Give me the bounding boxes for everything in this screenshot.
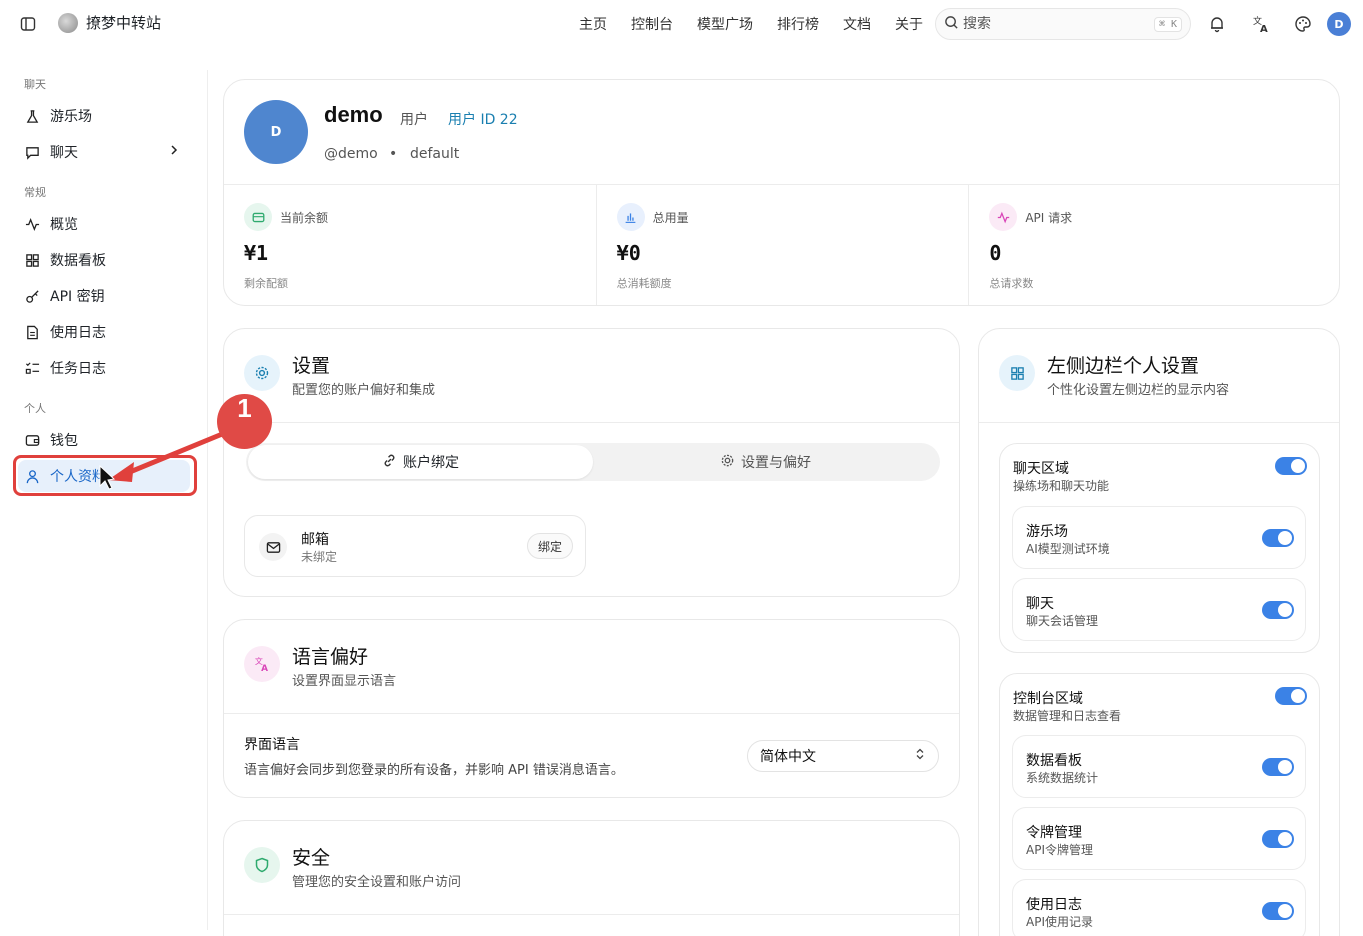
annotation-arrow: [99, 427, 235, 490]
annotation-badge: 1: [217, 394, 272, 449]
